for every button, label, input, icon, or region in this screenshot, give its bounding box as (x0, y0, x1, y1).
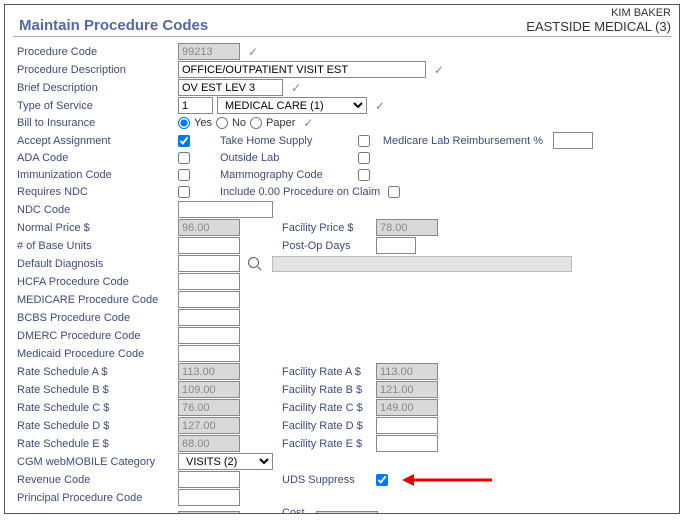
normal-price-input[interactable] (178, 219, 240, 236)
bill-no-radio[interactable] (216, 117, 228, 129)
check-icon (287, 81, 301, 95)
bill-yes-radio[interactable] (178, 117, 190, 129)
outside-lab-label: Outside Lab (194, 152, 354, 164)
no-label: No (232, 117, 246, 129)
rate-c-label: Rate Schedule C $ (13, 402, 178, 414)
uds-checkbox[interactable] (376, 474, 388, 486)
ada-label: ADA Code (13, 152, 178, 164)
fac-c-input[interactable] (376, 399, 438, 416)
principal-label: Principal Procedure Code (13, 492, 178, 504)
mammo-label: Mammography Code (194, 169, 354, 181)
rate-a-label: Rate Schedule A $ (13, 366, 178, 378)
rate-e-input[interactable] (178, 435, 240, 452)
postop-input[interactable] (376, 237, 416, 254)
rate-d-input[interactable] (178, 417, 240, 434)
cost-label: Cost $ (252, 507, 312, 514)
check-icon (244, 45, 258, 59)
org-label: EASTSIDE MEDICAL (3) (526, 19, 671, 34)
med-lab-label: Medicare Lab Reimbursement % (374, 135, 549, 147)
revenue-input[interactable] (178, 471, 240, 488)
rate-a-input[interactable] (178, 363, 240, 380)
uds-label: UDS Suppress (252, 474, 372, 486)
principal-input[interactable] (178, 489, 240, 506)
revenue-label: Revenue Code (13, 474, 178, 486)
paper-label: Paper (266, 117, 295, 129)
base-units-label: # of Base Units (13, 240, 178, 252)
brief-desc-label: Brief Description (13, 82, 178, 94)
postop-label: Post-Op Days (252, 240, 372, 252)
fac-e-input[interactable] (376, 435, 438, 452)
diag-input[interactable] (178, 255, 240, 272)
check-icon (299, 116, 313, 130)
hcfa-label: HCFA Procedure Code (13, 276, 178, 288)
tos-label: Type of Service (13, 100, 178, 112)
ndc-req-checkbox[interactable] (178, 186, 190, 198)
base-units-input[interactable] (178, 237, 240, 254)
fac-d-input[interactable] (376, 417, 438, 434)
take-home-checkbox[interactable] (358, 135, 370, 147)
fac-e-label: Facility Rate E $ (252, 438, 372, 450)
bcbs-label: BCBS Procedure Code (13, 312, 178, 324)
annotation-arrow (402, 475, 492, 485)
procedure-desc-input[interactable] (178, 61, 426, 78)
medicare-label: MEDICARE Procedure Code (13, 294, 178, 306)
page-title: Maintain Procedure Codes (19, 17, 208, 34)
ada-checkbox[interactable] (178, 152, 190, 164)
bill-paper-radio[interactable] (250, 117, 262, 129)
fac-d-label: Facility Rate D $ (252, 420, 372, 432)
accept-label: Accept Assignment (13, 135, 178, 147)
immun-label: Immunization Code (13, 169, 178, 181)
accept-checkbox[interactable] (178, 135, 190, 147)
bill-label: Bill to Insurance (13, 117, 178, 129)
facility-price-label: Facility Price $ (252, 222, 372, 234)
rate-b-label: Rate Schedule B $ (13, 384, 178, 396)
medicaid-input[interactable] (178, 345, 240, 362)
tos-select[interactable]: MEDICAL CARE (1) (217, 97, 367, 114)
ndc-code-label: NDC Code (13, 204, 178, 216)
cgm-label: CGM webMOBILE Category (13, 456, 178, 468)
bcbs-input[interactable] (178, 309, 240, 326)
diag-label: Default Diagnosis (13, 258, 178, 270)
ndc-req-label: Requires NDC (13, 186, 178, 198)
rate-d-label: Rate Schedule D $ (13, 420, 178, 432)
fac-b-input[interactable] (376, 381, 438, 398)
mammo-checkbox[interactable] (358, 169, 370, 181)
hcfa-input[interactable] (178, 273, 240, 290)
check-icon (371, 99, 385, 113)
cgm-select[interactable]: VISITS (2) (178, 453, 273, 470)
take-home-label: Take Home Supply (194, 135, 354, 147)
cost-input[interactable] (316, 511, 378, 515)
tos-code-input[interactable] (178, 97, 213, 114)
user-label: KIM BAKER (526, 7, 671, 19)
rate-e-label: Rate Schedule E $ (13, 438, 178, 450)
brief-desc-input[interactable] (178, 79, 283, 96)
procedure-code-label: Procedure Code (13, 46, 178, 58)
fac-a-input[interactable] (376, 363, 438, 380)
ndc-code-input[interactable] (178, 201, 273, 218)
medicaid-label: Medicaid Procedure Code (13, 348, 178, 360)
facility-price-input[interactable] (376, 219, 438, 236)
include-zero-label: Include 0.00 Procedure on Claim (194, 186, 384, 198)
diag-display (272, 256, 572, 272)
nominal-input[interactable] (178, 511, 240, 515)
procedure-desc-label: Procedure Description (13, 64, 178, 76)
dmerc-label: DMERC Procedure Code (13, 330, 178, 342)
immun-checkbox[interactable] (178, 169, 190, 181)
normal-price-label: Normal Price $ (13, 222, 178, 234)
fac-a-label: Facility Rate A $ (252, 366, 372, 378)
medicare-input[interactable] (178, 291, 240, 308)
fac-c-label: Facility Rate C $ (252, 402, 372, 414)
rate-b-input[interactable] (178, 381, 240, 398)
dmerc-input[interactable] (178, 327, 240, 344)
fac-b-label: Facility Rate B $ (252, 384, 372, 396)
med-lab-input[interactable] (553, 132, 593, 149)
nominal-label: Nominal Fee $ (13, 513, 178, 514)
outside-lab-checkbox[interactable] (358, 152, 370, 164)
check-icon (430, 63, 444, 77)
include-zero-checkbox[interactable] (388, 186, 400, 198)
procedure-code-input[interactable] (178, 43, 240, 60)
search-icon[interactable] (248, 257, 262, 271)
yes-label: Yes (194, 117, 212, 129)
rate-c-input[interactable] (178, 399, 240, 416)
